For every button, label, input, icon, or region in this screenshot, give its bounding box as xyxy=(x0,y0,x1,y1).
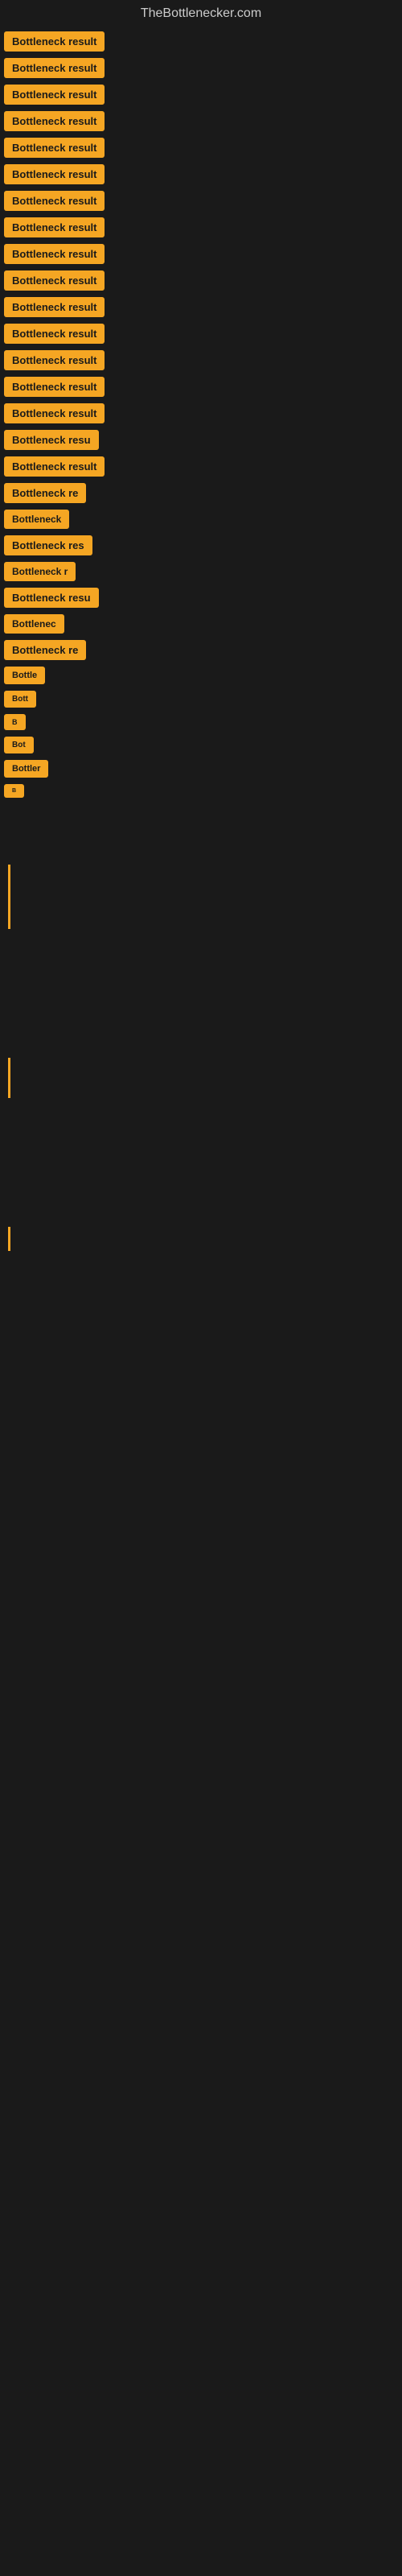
list-item: Bottleneck res xyxy=(4,535,398,555)
bottleneck-badge: Bottler xyxy=(4,760,48,778)
bottleneck-badge: Bottleneck res xyxy=(4,535,92,555)
list-item: Bottleneck re xyxy=(4,640,398,660)
bottleneck-badge: Bottleneck result xyxy=(4,31,105,52)
bottleneck-list: Bottleneck result Bottleneck result Bottle… xyxy=(0,27,402,808)
list-item: Bottleneck resu xyxy=(4,588,398,608)
bottleneck-badge: Bottle xyxy=(4,667,45,684)
list-item: Bottleneck result xyxy=(4,324,398,344)
bottleneck-badge: Bottleneck resu xyxy=(4,430,99,450)
list-item: Bottlenec xyxy=(4,614,398,634)
bottleneck-badge: B xyxy=(4,714,26,730)
bottleneck-badge: Bottleneck result xyxy=(4,456,105,477)
bottleneck-badge: Bottleneck re xyxy=(4,483,86,503)
bottleneck-badge: Bottleneck result xyxy=(4,403,105,423)
list-item: B xyxy=(4,784,398,798)
list-item: Bottler xyxy=(4,760,398,778)
bottleneck-badge: Bottleneck result xyxy=(4,85,105,105)
bottleneck-badge: Bottleneck result xyxy=(4,191,105,211)
list-item: B xyxy=(4,714,398,730)
bottleneck-badge: Bottlenec xyxy=(4,614,64,634)
list-item: Bottleneck result xyxy=(4,138,398,158)
list-item: Bottleneck xyxy=(4,510,398,529)
bottleneck-badge: Bottleneck resu xyxy=(4,588,99,608)
list-item: Bottleneck result xyxy=(4,111,398,131)
bottleneck-badge: Bottleneck result xyxy=(4,217,105,237)
list-item: Bottleneck result xyxy=(4,244,398,264)
bottleneck-badge: Bottleneck result xyxy=(4,138,105,158)
list-item: Bottleneck r xyxy=(4,562,398,581)
bottleneck-badge: Bot xyxy=(4,737,34,753)
bottleneck-badge: Bottleneck result xyxy=(4,324,105,344)
list-item: Bottleneck result xyxy=(4,403,398,423)
list-item: Bottleneck result xyxy=(4,191,398,211)
spacer-1 xyxy=(0,808,402,857)
bottleneck-badge: Bottleneck result xyxy=(4,164,105,184)
list-item: Bottle xyxy=(4,667,398,684)
list-item: Bottleneck result xyxy=(4,377,398,397)
bottleneck-badge: Bottleneck r xyxy=(4,562,76,581)
vertical-bar-3 xyxy=(8,1227,10,1251)
site-title: TheBottlenecker.com xyxy=(0,0,402,27)
bottleneck-badge: Bottleneck result xyxy=(4,111,105,131)
vertical-bar-2 xyxy=(8,1058,10,1098)
bottleneck-badge: B xyxy=(4,784,24,798)
bottleneck-badge: Bottleneck result xyxy=(4,350,105,370)
list-item: Bottleneck result xyxy=(4,164,398,184)
list-item: Bottleneck result xyxy=(4,31,398,52)
bottleneck-badge: Bottleneck result xyxy=(4,297,105,317)
bottleneck-badge: Bottleneck result xyxy=(4,58,105,78)
list-item: Bottleneck result xyxy=(4,270,398,291)
bottleneck-badge: Bottleneck re xyxy=(4,640,86,660)
vertical-bar-1 xyxy=(8,865,10,929)
list-item: Bottleneck result xyxy=(4,85,398,105)
list-item: Bottleneck result xyxy=(4,297,398,317)
list-item: Bottleneck result xyxy=(4,217,398,237)
list-item: Bottleneck result xyxy=(4,350,398,370)
list-item: Bott xyxy=(4,691,398,708)
list-item: Bottleneck re xyxy=(4,483,398,503)
list-item: Bot xyxy=(4,737,398,753)
list-item: Bottleneck result xyxy=(4,456,398,477)
bottleneck-badge: Bott xyxy=(4,691,36,708)
list-item: Bottleneck result xyxy=(4,58,398,78)
bottleneck-badge: Bottleneck result xyxy=(4,270,105,291)
bottleneck-badge: Bottleneck result xyxy=(4,377,105,397)
bottleneck-badge: Bottleneck xyxy=(4,510,69,529)
bottleneck-badge: Bottleneck result xyxy=(4,244,105,264)
list-item: Bottleneck resu xyxy=(4,430,398,450)
